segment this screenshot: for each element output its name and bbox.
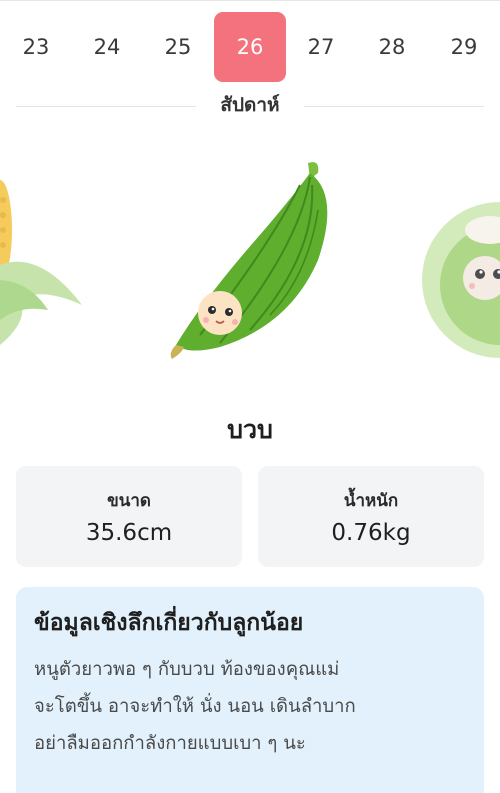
coconut-icon[interactable]: [420, 190, 500, 360]
size-value: 35.6cm: [85, 520, 173, 546]
insight-line-1: หนูตัวยาวพอ ๆ กับบวบ ท้องของคุณแม่: [34, 659, 340, 680]
week-item-25[interactable]: 25: [142, 12, 214, 82]
week-item-29[interactable]: 29: [428, 12, 500, 82]
corn-icon[interactable]: [0, 170, 90, 360]
week-label: สัปดาห์: [220, 94, 280, 116]
week-item-24[interactable]: 24: [71, 12, 143, 82]
week-item-28[interactable]: 28: [356, 12, 428, 82]
weight-card: น้ำหนัก 0.76kg: [258, 466, 484, 567]
weight-label: น้ำหนัก: [343, 491, 399, 511]
insight-line-3: อย่าลืมออกกำลังกายแบบเบา ๆ นะ: [34, 733, 306, 754]
week-item-26-selected[interactable]: 26: [214, 12, 286, 82]
week-selector: 23 24 25 26 27 28 29: [0, 12, 500, 82]
week-item-23[interactable]: 23: [0, 12, 72, 82]
week-item-27[interactable]: 27: [285, 12, 357, 82]
top-divider: [0, 0, 500, 1]
fruit-carousel[interactable]: [0, 140, 500, 380]
weight-value: 0.76kg: [331, 520, 411, 546]
week-divider-left: [16, 106, 196, 107]
insight-title: ข้อมูลเชิงลึกเกี่ยวกับลูกน้อย: [34, 610, 304, 636]
fruit-name: บวบ: [227, 415, 273, 444]
baby-insight-card: ข้อมูลเชิงลึกเกี่ยวกับลูกน้อย หนูตัวยาวพ…: [16, 587, 484, 793]
week-divider-right: [304, 106, 484, 107]
insight-line-2: จะโตขึ้น อาจะทำให้ นั่ง นอน เดินลำบาก: [34, 696, 356, 717]
size-card: ขนาด 35.6cm: [16, 466, 242, 567]
loofah-icon[interactable]: [160, 155, 340, 365]
size-label: ขนาด: [107, 491, 151, 511]
